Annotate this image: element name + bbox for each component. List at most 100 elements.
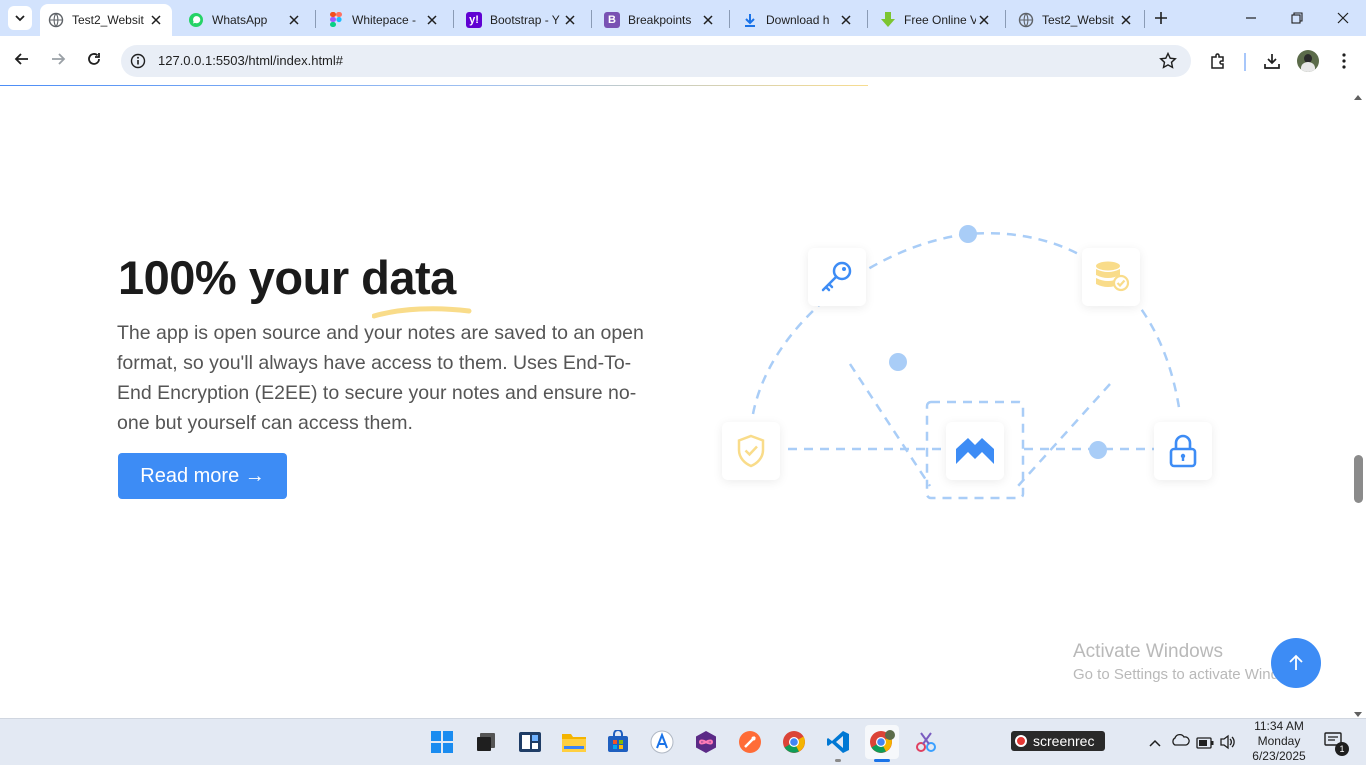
screenrec-label: screenrec bbox=[1033, 733, 1095, 749]
back-button[interactable] bbox=[8, 45, 36, 73]
notification-center-button[interactable]: 1 bbox=[1324, 732, 1349, 756]
clock-day: Monday bbox=[1257, 734, 1301, 748]
running-indicator bbox=[835, 759, 841, 762]
tab-test2-website[interactable]: Test2_Websit bbox=[40, 4, 172, 36]
close-icon[interactable] bbox=[286, 12, 302, 28]
lock-card bbox=[1154, 422, 1212, 480]
task-view-button[interactable] bbox=[471, 727, 501, 757]
url-text[interactable]: 127.0.0.1:5503/html/index.html# bbox=[158, 53, 343, 68]
minimize-button[interactable] bbox=[1228, 0, 1274, 36]
database-card bbox=[1082, 248, 1140, 306]
scroll-up-arrow-icon[interactable] bbox=[1353, 88, 1363, 106]
widgets-icon bbox=[519, 732, 541, 752]
scrollbar-thumb[interactable] bbox=[1354, 455, 1363, 503]
back-to-top-button[interactable] bbox=[1271, 638, 1321, 688]
close-icon[interactable] bbox=[838, 12, 854, 28]
page-scrollbar[interactable] bbox=[1350, 86, 1366, 718]
widgets-button[interactable] bbox=[515, 727, 545, 757]
rocket-orange-icon bbox=[739, 731, 761, 753]
tab-divider bbox=[1005, 10, 1006, 28]
forward-button[interactable] bbox=[44, 45, 72, 73]
start-button[interactable] bbox=[427, 727, 457, 757]
chevron-down-icon bbox=[15, 15, 25, 22]
shield-card bbox=[722, 422, 780, 480]
tab-free-online[interactable]: Free Online V bbox=[872, 4, 1000, 36]
close-window-button[interactable] bbox=[1320, 0, 1366, 36]
site-info-icon[interactable] bbox=[130, 53, 146, 74]
downloads-icon[interactable] bbox=[1263, 52, 1281, 75]
app-button-chrome-active[interactable] bbox=[865, 725, 899, 759]
tab-search-button[interactable] bbox=[8, 6, 32, 30]
chrome-profile-icon bbox=[870, 730, 895, 753]
taskbar-clock[interactable]: 11:34 AM Monday 6/23/2025 bbox=[1238, 719, 1320, 764]
reload-button[interactable] bbox=[80, 45, 108, 73]
tab-breakpoints[interactable]: B Breakpoints bbox=[596, 4, 724, 36]
extensions-icon[interactable] bbox=[1209, 52, 1227, 75]
shield-check-icon bbox=[737, 434, 765, 468]
close-icon[interactable] bbox=[1118, 12, 1134, 28]
key-card bbox=[808, 248, 866, 306]
chrome-icon bbox=[783, 731, 805, 753]
read-more-button[interactable]: Read more → bbox=[118, 453, 287, 499]
reload-icon bbox=[88, 53, 100, 65]
new-tab-button[interactable] bbox=[1138, 0, 1184, 36]
screenrec-indicator[interactable]: screenrec bbox=[1011, 731, 1105, 751]
folder-icon bbox=[562, 734, 586, 752]
tab-whatsapp[interactable]: WhatsApp bbox=[180, 4, 310, 36]
chevron-up-icon[interactable] bbox=[1148, 735, 1162, 753]
close-icon[interactable] bbox=[562, 12, 578, 28]
scissors-icon bbox=[916, 732, 936, 752]
app-button-a[interactable] bbox=[647, 727, 677, 757]
store-button[interactable] bbox=[603, 727, 633, 757]
clock-date: 6/23/2025 bbox=[1252, 749, 1306, 763]
vscode-icon bbox=[827, 731, 849, 753]
close-icon[interactable] bbox=[148, 12, 164, 28]
battery-icon[interactable] bbox=[1196, 736, 1214, 754]
restore-button[interactable] bbox=[1274, 0, 1320, 36]
compass-a-icon bbox=[650, 730, 674, 754]
tab-title: Bootstrap - Y bbox=[490, 13, 560, 27]
globe-icon bbox=[1018, 12, 1034, 28]
close-icon[interactable] bbox=[424, 12, 440, 28]
web-page: 100% your data The app is open source an… bbox=[0, 86, 1366, 718]
activate-windows-title: Activate Windows bbox=[1073, 641, 1223, 662]
app-button-postman[interactable] bbox=[735, 727, 765, 757]
bookmark-star-icon[interactable] bbox=[1159, 51, 1177, 75]
tab-title: Whitepace - bbox=[352, 13, 417, 27]
store-icon bbox=[608, 730, 628, 752]
plus-icon bbox=[1155, 12, 1167, 24]
connector-dot bbox=[1089, 441, 1107, 459]
app-button-vscode[interactable] bbox=[823, 727, 853, 757]
figma-icon bbox=[328, 12, 344, 28]
profile-avatar[interactable] bbox=[1297, 50, 1319, 72]
app-button-snipping[interactable] bbox=[911, 727, 941, 757]
tab-divider bbox=[729, 10, 730, 28]
tab-divider bbox=[591, 10, 592, 28]
bootstrap-icon: B bbox=[604, 12, 620, 28]
tab-bootstrap-yahoo[interactable]: y! Bootstrap - Y bbox=[458, 4, 586, 36]
volume-icon[interactable] bbox=[1219, 734, 1237, 755]
tab-title: WhatsApp bbox=[212, 13, 268, 27]
tab-title: Test2_Websit bbox=[72, 13, 144, 27]
tab-title: Free Online V bbox=[904, 13, 976, 27]
close-icon[interactable] bbox=[976, 12, 992, 28]
whitepace-logo-icon bbox=[956, 438, 994, 464]
record-icon bbox=[1015, 735, 1027, 747]
tab-test2-website-2[interactable]: Test2_Websit bbox=[1010, 4, 1142, 36]
toolbar-divider bbox=[1244, 53, 1246, 71]
more-menu-icon[interactable] bbox=[1336, 52, 1352, 75]
onedrive-cloud-icon[interactable] bbox=[1170, 733, 1190, 752]
key-icon bbox=[821, 261, 852, 292]
section-paragraph: The app is open source and your notes ar… bbox=[117, 322, 644, 434]
tab-divider bbox=[315, 10, 316, 28]
tab-whitepace[interactable]: Whitepace - bbox=[320, 4, 448, 36]
download-green-icon bbox=[880, 12, 896, 28]
file-explorer-button[interactable] bbox=[559, 727, 589, 757]
app-button-codeium[interactable] bbox=[691, 727, 721, 757]
close-icon[interactable] bbox=[700, 12, 716, 28]
close-icon bbox=[1337, 12, 1349, 24]
app-button-chrome[interactable] bbox=[779, 727, 809, 757]
tab-download[interactable]: Download h bbox=[734, 4, 862, 36]
tab-divider bbox=[867, 10, 868, 28]
tab-title: Breakpoints bbox=[628, 13, 692, 27]
